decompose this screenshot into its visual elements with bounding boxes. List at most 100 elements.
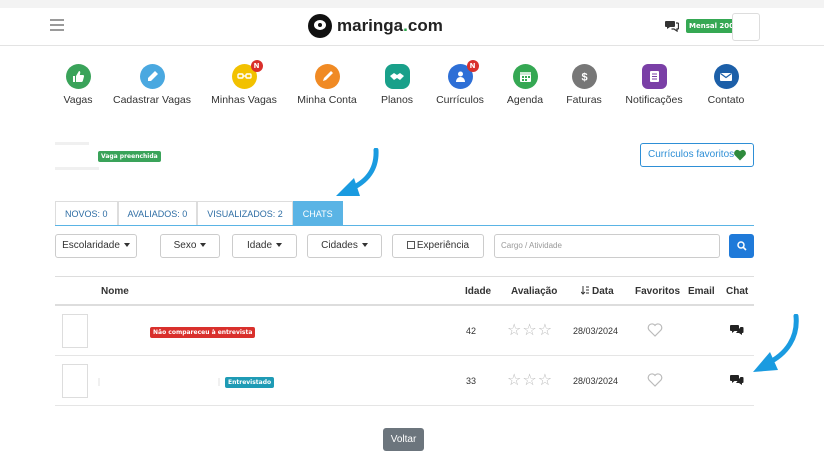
escolaridade-dropdown[interactable]: Escolaridade: [55, 234, 137, 258]
idade-label: Idade: [246, 240, 273, 251]
menu-item-cadastrar-vagas[interactable]: Cadastrar Vagas: [112, 64, 192, 106]
menu-label: Faturas: [566, 94, 602, 106]
header-chat[interactable]: Chat: [726, 286, 748, 297]
rating-stars[interactable]: ☆☆☆: [507, 320, 553, 339]
back-button[interactable]: Voltar: [383, 428, 424, 451]
name-placeholder: [98, 378, 100, 386]
pencil-icon: [139, 64, 165, 89]
logo-emblem-icon: [308, 14, 332, 38]
candidate-date: 28/03/2024: [573, 376, 619, 386]
star-icon[interactable]: ☆: [507, 320, 522, 339]
site-logo[interactable]: maringa.com: [308, 14, 443, 38]
plan-badge[interactable]: Mensal 200: [686, 19, 738, 33]
dollar-icon: $: [571, 64, 597, 89]
handshake-icon: [384, 64, 410, 89]
tab-avaliados[interactable]: AVALIADOS: 0: [117, 201, 198, 226]
caret-down-icon: [276, 243, 283, 248]
header-idade[interactable]: Idade: [465, 286, 491, 297]
vaga-subtitle-placeholder: [55, 167, 99, 170]
arrow-annotation-icon: [753, 314, 799, 372]
caret-down-icon: [361, 243, 368, 248]
star-icon[interactable]: ☆: [522, 370, 537, 389]
caret-down-icon: [200, 243, 207, 248]
menu-item-contato[interactable]: Contato: [704, 64, 748, 106]
menu-label: Currículos: [436, 94, 484, 106]
notification-badge: N: [466, 60, 479, 72]
candidate-age: 42: [466, 326, 477, 336]
sexo-dropdown[interactable]: Sexo: [160, 234, 220, 258]
search-icon: [736, 241, 747, 251]
star-icon[interactable]: ☆: [522, 320, 537, 339]
header-email[interactable]: Email: [688, 286, 715, 297]
menu-label: Notificações: [625, 94, 683, 106]
star-icon[interactable]: ☆: [507, 370, 522, 389]
candidate-age: 33: [466, 376, 477, 386]
result-tabs: NOVOS: 0 AVALIADOS: 0 VISUALIZADOS: 2 CH…: [55, 201, 343, 226]
sexo-label: Sexo: [173, 240, 197, 251]
tab-underline: [55, 225, 754, 226]
user-avatar[interactable]: [732, 13, 760, 41]
menu-item-planos[interactable]: Planos: [377, 64, 417, 106]
heart-icon: [734, 149, 746, 161]
tab-novos[interactable]: NOVOS: 0: [55, 201, 118, 226]
menu-item-minha-conta[interactable]: Minha Conta: [294, 64, 360, 106]
escolaridade-label: Escolaridade: [62, 240, 120, 251]
favorite-resumes-button[interactable]: Currículos favoritos: [640, 143, 754, 167]
header-data[interactable]: Data: [580, 286, 614, 297]
header-data-label: Data: [592, 286, 614, 297]
name-placeholder: [218, 378, 220, 386]
menu-item-vagas[interactable]: Vagas: [58, 64, 98, 106]
candidate-photo[interactable]: [62, 314, 88, 348]
user-icon: N: [447, 60, 479, 89]
table-row[interactable]: Entrevistado 33 ☆☆☆ 28/03/2024: [55, 356, 754, 406]
menu-item-curriculos[interactable]: N Currículos: [432, 60, 488, 106]
menu-label: Cadastrar Vagas: [112, 94, 191, 106]
caret-down-icon: [123, 243, 130, 248]
menu-item-notificacoes[interactable]: Notificações: [622, 64, 686, 106]
notification-badge: N: [250, 60, 263, 72]
document-icon: [641, 64, 667, 89]
candidate-photo[interactable]: [62, 364, 88, 398]
menu-item-agenda[interactable]: Agenda: [505, 64, 545, 106]
menu-label: Minhas Vagas: [211, 94, 277, 106]
search-button[interactable]: [729, 234, 754, 258]
table-row[interactable]: Não compareceu à entrevista 42 ☆☆☆ 28/03…: [55, 306, 754, 356]
vaga-title-placeholder: [55, 142, 89, 145]
tab-chats[interactable]: CHATS: [292, 201, 343, 226]
header-avaliacao[interactable]: Avaliação: [511, 286, 557, 297]
arrow-annotation-icon: [336, 148, 379, 196]
search-input[interactable]: Cargo / Atividade: [494, 234, 720, 258]
experiencia-label: Experiência: [416, 240, 470, 251]
experiencia-checkbox-button[interactable]: Experiência: [392, 234, 484, 258]
main-menu: Vagas Cadastrar Vagas N Minhas Vagas Min…: [0, 60, 824, 114]
navbar: maringa.com Mensal 200: [0, 8, 824, 46]
calendar-icon: [512, 64, 538, 89]
chat-icon[interactable]: [730, 374, 744, 386]
menu-label: Contato: [707, 94, 745, 106]
glasses-icon: N: [231, 60, 263, 89]
tab-visualizados[interactable]: VISUALIZADOS: 2: [197, 201, 293, 226]
header-nome[interactable]: Nome: [101, 286, 129, 297]
table-header: Nome Idade Avaliação Data Favoritos Emai…: [55, 276, 754, 306]
menu-label: Minha Conta: [297, 94, 357, 106]
cidades-label: Cidades: [321, 240, 358, 251]
menu-item-faturas[interactable]: $ Faturas: [564, 64, 604, 106]
star-icon[interactable]: ☆: [538, 320, 553, 339]
pen-icon: [314, 64, 340, 89]
chat-icon[interactable]: [730, 324, 744, 336]
top-strip: [0, 0, 824, 8]
header-favoritos[interactable]: Favoritos: [635, 286, 680, 297]
status-badge: Entrevistado: [225, 377, 275, 388]
idade-dropdown[interactable]: Idade: [232, 234, 297, 258]
heart-outline-icon[interactable]: [647, 322, 663, 338]
rating-stars[interactable]: ☆☆☆: [507, 370, 553, 389]
chat-icon[interactable]: [665, 20, 679, 32]
heart-outline-icon[interactable]: [647, 372, 663, 388]
thumbs-up-icon: [65, 64, 91, 89]
hamburger-menu-icon[interactable]: [50, 19, 64, 33]
menu-item-minhas-vagas[interactable]: N Minhas Vagas: [209, 60, 279, 106]
cidades-dropdown[interactable]: Cidades: [307, 234, 382, 258]
svg-text:$: $: [581, 72, 587, 84]
star-icon[interactable]: ☆: [538, 370, 553, 389]
checkbox-icon[interactable]: [406, 241, 415, 250]
